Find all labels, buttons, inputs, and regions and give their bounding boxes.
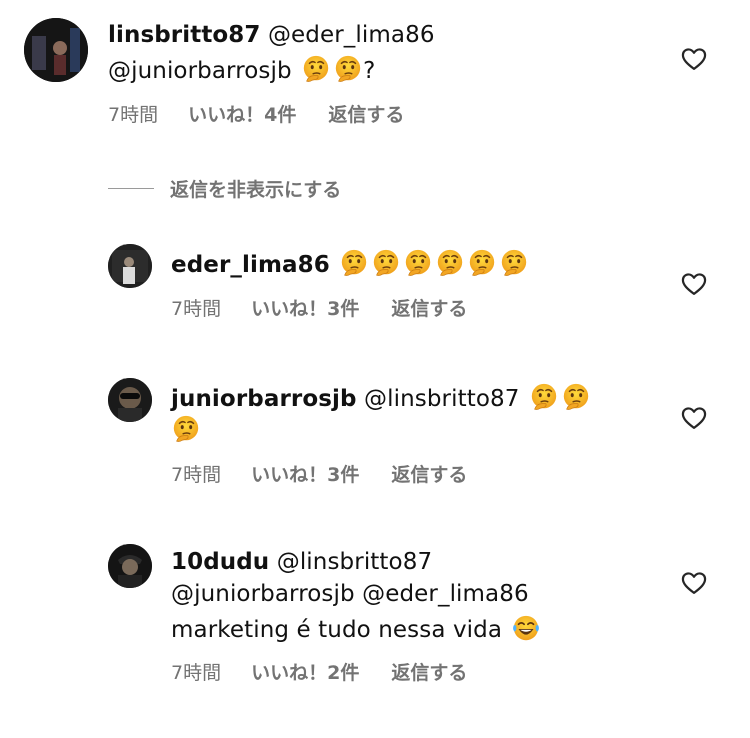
likes-count[interactable]: いいね！3件 [251, 464, 359, 486]
thinking-face-emoji [435, 248, 465, 278]
thinking-face-emoji [171, 414, 201, 444]
username[interactable]: 10dudu [171, 549, 269, 575]
heart-outline-icon[interactable] [680, 45, 708, 73]
reply-button[interactable]: 返信する [391, 298, 467, 320]
thinking-face-emoji [339, 248, 369, 278]
likes-count[interactable]: いいね！4件 [188, 104, 296, 126]
hide-replies-button[interactable]: 返信を非表示にする [108, 176, 342, 201]
timestamp: 7時間 [108, 104, 159, 126]
comment-text: @juniorbarrosjb @eder_lima86 [171, 580, 529, 609]
heart-outline-icon[interactable] [680, 270, 708, 298]
thinking-face-emoji [403, 248, 433, 278]
comment-text: @juniorbarrosjb ? [108, 54, 375, 86]
avatar[interactable] [24, 18, 88, 82]
comment-meta: 7時間 いいね！3件 返信する [171, 297, 467, 321]
timestamp: 7時間 [171, 464, 222, 486]
comment-text: juniorbarrosjb @linsbritto87 [171, 382, 591, 414]
reply-button[interactable]: 返信する [391, 662, 467, 684]
avatar[interactable] [108, 244, 152, 288]
comment-meta: 7時間 いいね！4件 返信する [108, 103, 404, 127]
mention[interactable]: @juniorbarrosjb @eder_lima86 [171, 581, 529, 607]
hide-replies-label: 返信を非表示にする [170, 178, 342, 201]
comment-text [171, 414, 201, 446]
reply-button[interactable]: 返信する [391, 464, 467, 486]
thinking-face-emoji [529, 382, 559, 412]
comment-meta: 7時間 いいね！2件 返信する [171, 661, 467, 685]
username[interactable]: eder_lima86 [171, 252, 330, 278]
thinking-face-emoji [561, 382, 591, 412]
thinking-face-emoji [301, 54, 331, 84]
laughing-tears-emoji [511, 613, 541, 643]
likes-count[interactable]: いいね！3件 [251, 298, 359, 320]
likes-count[interactable]: いいね！2件 [251, 662, 359, 684]
mention[interactable]: @juniorbarrosjb [108, 58, 292, 84]
divider [108, 187, 154, 189]
timestamp: 7時間 [171, 662, 222, 684]
comment-text: 10dudu @linsbritto87 [171, 548, 432, 577]
comment-text: eder_lima86 [171, 248, 529, 280]
comment-meta: 7時間 いいね！3件 返信する [171, 463, 467, 487]
username[interactable]: linsbritto87 [108, 22, 261, 48]
comment-suffix: ? [363, 58, 376, 84]
thinking-face-emoji [467, 248, 497, 278]
thinking-face-emoji [499, 248, 529, 278]
mention[interactable]: @eder_lima86 [268, 22, 435, 48]
thinking-face-emoji [371, 248, 401, 278]
mention[interactable]: @linsbritto87 [364, 386, 519, 412]
username[interactable]: juniorbarrosjb [171, 386, 357, 412]
comment-text: marketing é tudo nessa vida [171, 613, 541, 645]
reply-button[interactable]: 返信する [328, 104, 404, 126]
avatar[interactable] [108, 378, 152, 422]
avatar[interactable] [108, 544, 152, 588]
comment-text: linsbritto87 @eder_lima86 [108, 21, 435, 50]
timestamp: 7時間 [171, 298, 222, 320]
comment-body: marketing é tudo nessa vida [171, 617, 503, 643]
mention[interactable]: @linsbritto87 [277, 549, 432, 575]
thinking-face-emoji [333, 54, 363, 84]
heart-outline-icon[interactable] [680, 569, 708, 597]
heart-outline-icon[interactable] [680, 404, 708, 432]
